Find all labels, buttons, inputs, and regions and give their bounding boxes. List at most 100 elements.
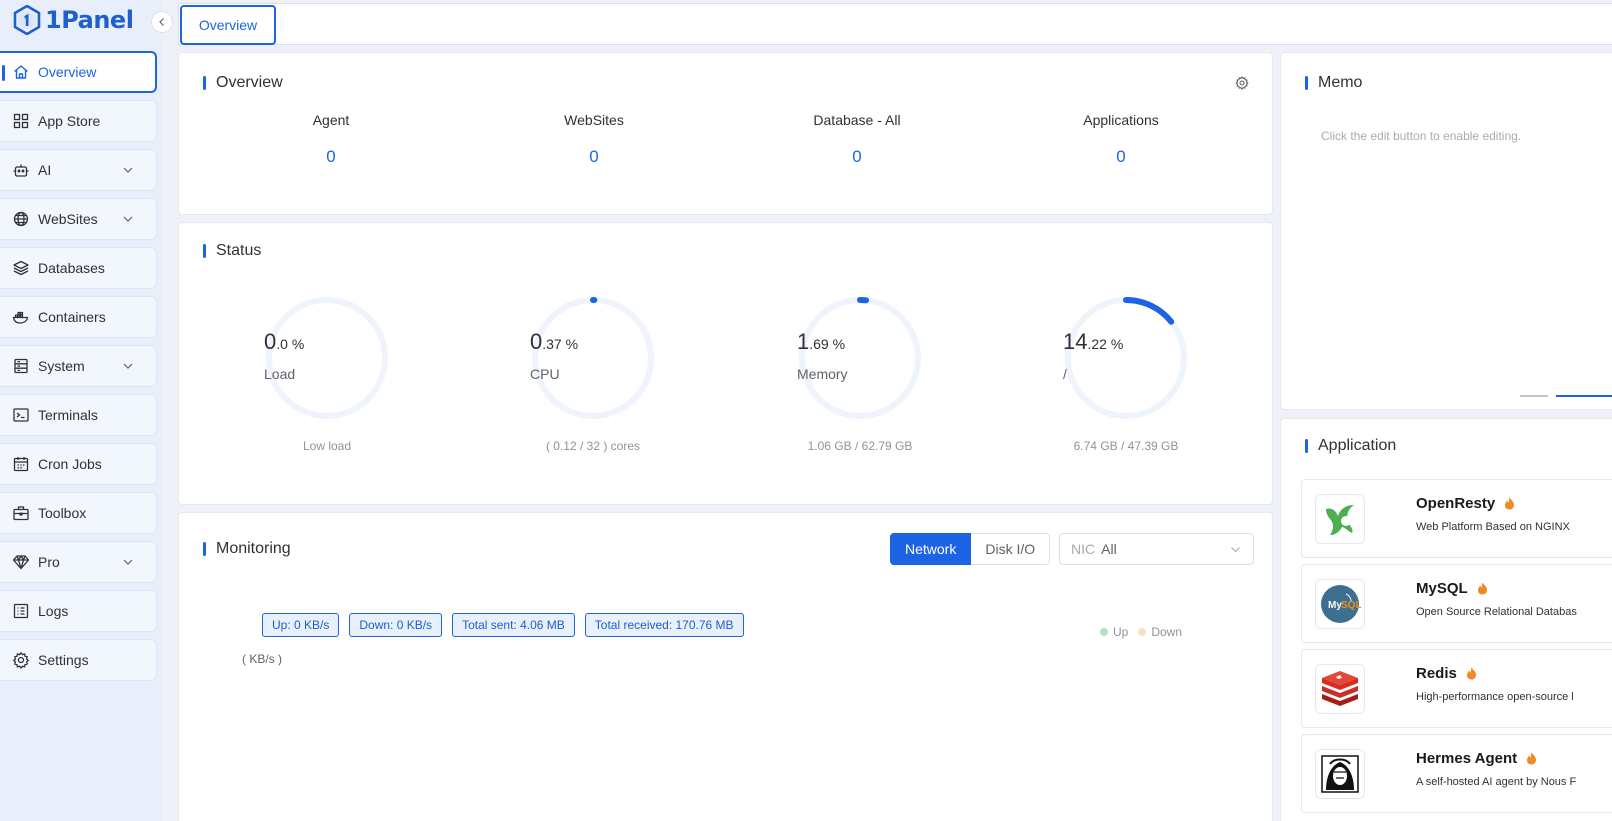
sidebar-item-terminals[interactable]: Terminals [0, 394, 157, 436]
app-item-hermes-agent[interactable]: Hermes Agent A self-hosted AI agent by N… [1301, 734, 1612, 813]
sidebar-item-label: WebSites [38, 211, 98, 227]
sidebar-item-label: App Store [38, 113, 101, 129]
gauge-label: Load [264, 366, 296, 382]
chevron-left-icon [159, 18, 164, 26]
sidebar-item-label: AI [38, 162, 52, 178]
monitor-mode-toggle: Network Disk I/O [890, 533, 1051, 565]
mysql-logo-icon: My SQL [1315, 579, 1365, 629]
monitoring-card: Monitoring Network Disk I/O NIC All Up: … [178, 512, 1273, 821]
stat-value[interactable]: 0 [757, 147, 957, 167]
gauge-value: 0.37 % [530, 329, 656, 355]
sidebar-item-ai[interactable]: AI [0, 149, 157, 191]
gauge-value-int: 1 [797, 329, 810, 354]
1panel-logo-icon [13, 5, 41, 35]
total-sent-tag: Total sent: 4.06 MB [452, 613, 575, 637]
app-item-mysql[interactable]: My SQL MySQL Open Source Relational Datab… [1301, 564, 1612, 643]
carousel-indicator[interactable] [1520, 395, 1548, 397]
app-item-redis[interactable]: Redis High-performance open-source l [1301, 649, 1612, 728]
collapse-sidebar-button[interactable] [151, 11, 173, 33]
sidebar-item-logs[interactable]: Logs [0, 590, 157, 632]
sidebar-item-label: Settings [38, 652, 89, 668]
sidebar-item-settings[interactable]: Settings [0, 639, 157, 681]
gauge-value: 1.69 % [797, 329, 923, 355]
sidebar-item-label: Cron Jobs [38, 456, 102, 472]
sidebar-item-pro[interactable]: Pro [0, 541, 157, 583]
gauge-value-dec: .37 % [542, 336, 579, 352]
carousel-indicator-active[interactable] [1556, 395, 1612, 397]
gauge-value-dec: .69 % [809, 336, 846, 352]
gauge-label: / [1063, 366, 1067, 382]
toolbox-icon [12, 504, 30, 522]
monitoring-title: Monitoring [203, 540, 291, 558]
sidebar-item-system[interactable]: System [0, 345, 157, 387]
gauge-track [532, 297, 654, 419]
gauge-load[interactable]: 0.0 % Load Low load [264, 295, 390, 453]
gear-icon[interactable] [1235, 76, 1249, 90]
gauge-cpu[interactable]: 0.37 % CPU ( 0.12 / 32 ) cores [530, 295, 656, 453]
gauge-value-dec: .0 % [276, 336, 305, 352]
memo-hint[interactable]: Click the edit button to enable editing. [1321, 129, 1521, 143]
flame-icon [1466, 667, 1476, 680]
stat-applications[interactable]: Applications 0 [1021, 112, 1221, 167]
app-description: Open Source Relational Databas [1416, 606, 1577, 618]
disk-io-mode-button[interactable]: Disk I/O [971, 533, 1051, 565]
sidebar-item-containers[interactable]: Containers [0, 296, 157, 338]
layers-icon [12, 259, 30, 277]
gauge-value-int: 0 [530, 329, 543, 354]
nic-select[interactable]: NIC All [1059, 533, 1254, 565]
stat-label: WebSites [564, 112, 624, 128]
sidebar-nav: Overview App Store AI WebSites Databases… [0, 51, 157, 688]
sidebar-item-websites[interactable]: WebSites [0, 198, 157, 240]
stat-agent[interactable]: Agent 0 [231, 112, 431, 167]
gauge-label: Memory [797, 366, 848, 382]
sidebar-item-label: Logs [38, 603, 69, 619]
chevron-down-icon [123, 167, 133, 173]
sidebar-item-databases[interactable]: Databases [0, 247, 157, 289]
sidebar-item-label: Databases [38, 260, 105, 276]
app-item-openresty[interactable]: OpenResty Web Platform Based on NGINX [1301, 479, 1612, 558]
legend-down[interactable]: Down [1138, 625, 1182, 639]
total-received-tag: Total received: 170.76 MB [584, 613, 744, 637]
overview-card: Overview Agent 0 WebSites 0 Database - A… [178, 52, 1273, 215]
app-description: High-performance open-source l [1416, 691, 1574, 703]
sidebar-item-cron-jobs[interactable]: Cron Jobs [0, 443, 157, 485]
robot-icon [12, 161, 30, 179]
sidebar-item-app-store[interactable]: App Store [0, 100, 157, 142]
chevron-down-icon [123, 363, 133, 369]
stat-websites[interactable]: WebSites 0 [494, 112, 694, 167]
stat-databases[interactable]: Database - All 0 [757, 112, 957, 167]
legend-up[interactable]: Up [1100, 625, 1128, 639]
sidebar-item-toolbox[interactable]: Toolbox [0, 492, 157, 534]
memo-title: Memo [1305, 74, 1362, 92]
brand[interactable]: 1Panel [12, 4, 134, 36]
sidebar-item-label: Toolbox [38, 505, 87, 521]
gauge-label: CPU [530, 366, 560, 382]
redis-logo-icon [1315, 664, 1365, 714]
stat-value[interactable]: 0 [494, 147, 694, 167]
gauge-track [266, 297, 388, 419]
tab-overview[interactable]: Overview [180, 5, 276, 45]
gauge-value: 0.0 % [264, 329, 390, 355]
docker-icon [12, 308, 30, 326]
sidebar-item-overview[interactable]: Overview [0, 51, 157, 93]
gauge-detail: Low load [302, 439, 352, 453]
home-icon [12, 63, 30, 81]
app-description: A self-hosted AI agent by Nous F [1416, 776, 1577, 788]
svg-text:SQL: SQL [1341, 600, 1362, 611]
sidebar-item-label: Overview [38, 64, 97, 80]
app-name: OpenResty [1416, 495, 1515, 512]
stat-value[interactable]: 0 [1021, 147, 1221, 167]
gauge-value-int: 14 [1063, 329, 1088, 354]
terminal-icon [12, 406, 30, 424]
gauge-memory[interactable]: 1.69 % Memory 1.06 GB / 62.79 GB [797, 295, 923, 453]
stat-label: Agent [312, 112, 350, 128]
flame-icon [1477, 582, 1487, 595]
app-name-text: Redis [1416, 665, 1457, 682]
sidebar-item-label: Containers [38, 309, 106, 325]
application-card: Application OpenResty Web Platform Based… [1280, 418, 1612, 821]
legend-dot [1138, 628, 1147, 636]
memo-card: Memo Click the edit button to enable edi… [1280, 52, 1612, 410]
gauge-disk[interactable]: 14.22 % / 6.74 GB / 47.39 GB [1063, 295, 1189, 453]
network-mode-button[interactable]: Network [890, 533, 972, 565]
stat-value[interactable]: 0 [231, 147, 431, 167]
